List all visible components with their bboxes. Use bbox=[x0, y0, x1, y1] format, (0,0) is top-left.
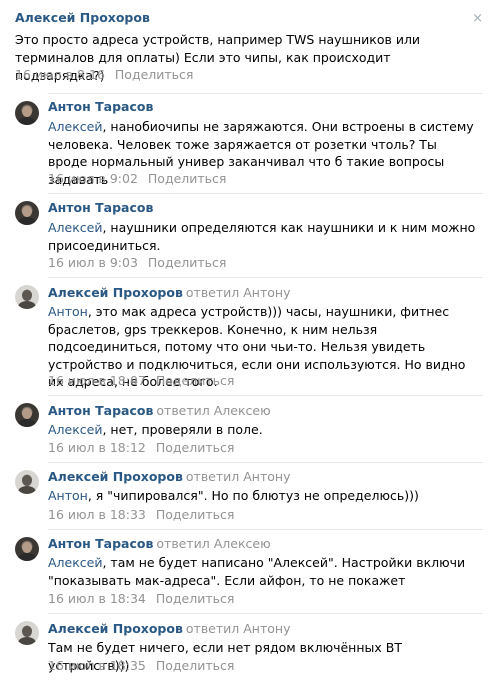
comment-date-link[interactable]: 16 июл в 8:16 bbox=[15, 67, 105, 82]
reply-date-link[interactable]: 16 июл в 18:35 bbox=[48, 658, 146, 673]
replied-to-link[interactable]: ответил Антону bbox=[186, 285, 291, 300]
divider bbox=[48, 529, 483, 530]
share-link[interactable]: Поделиться bbox=[156, 440, 235, 455]
mention-link[interactable]: Антон bbox=[48, 488, 88, 503]
reply-author-link[interactable]: Антон Тарасов bbox=[48, 200, 153, 215]
reply-meta: 16 июл в 9:03 Поделиться bbox=[48, 255, 226, 270]
reply-body: , там не будет написано "Алексей". Настр… bbox=[48, 555, 466, 588]
comment-meta: 16 июл в 8:16 Поделиться bbox=[15, 67, 193, 82]
reply-text: Алексей, нет, проверяли в поле. bbox=[48, 421, 478, 439]
mention-link[interactable]: Алексей bbox=[48, 220, 102, 235]
share-link[interactable]: Поделиться bbox=[115, 67, 194, 82]
replied-to-link[interactable]: ответил Алексею bbox=[156, 403, 270, 418]
reply-author: Алексей Прохоров ответил Антону bbox=[48, 285, 290, 301]
reply-author: Антон Тарасов ответил Алексею bbox=[48, 403, 271, 419]
mention-link[interactable]: Алексей bbox=[48, 555, 102, 570]
divider bbox=[48, 93, 483, 94]
reply-date-link[interactable]: 16 июл в 18:12 bbox=[48, 440, 146, 455]
reply-date-link[interactable]: 16 июл в 18:34 bbox=[48, 591, 146, 606]
comment-thread: Алексей Прохоров × Это просто адреса уст… bbox=[0, 0, 498, 680]
avatar[interactable] bbox=[15, 285, 39, 309]
reply-text: Антон, я "чипировался". Но по блютуз не … bbox=[48, 487, 478, 505]
reply-author-link[interactable]: Антон Тарасов bbox=[48, 403, 153, 418]
reply-meta: 16 июл в 18:34 Поделиться bbox=[48, 591, 234, 606]
close-icon[interactable]: × bbox=[472, 12, 483, 25]
reply-author: Антон Тарасов bbox=[48, 200, 153, 216]
divider bbox=[48, 613, 483, 614]
reply-meta: 16 июл в 18:12 Поделиться bbox=[48, 440, 234, 455]
mention-link[interactable]: Алексей bbox=[48, 422, 102, 437]
reply-text: Алексей, наушники определяются как наушн… bbox=[48, 219, 478, 254]
reply-author: Антон Тарасов ответил Алексею bbox=[48, 536, 271, 552]
reply-body: , я "чипировался". Но по блютуз не опред… bbox=[87, 488, 419, 503]
share-link[interactable]: Поделиться bbox=[156, 591, 235, 606]
reply-author-link[interactable]: Алексей Прохоров bbox=[48, 469, 183, 484]
reply-author-link[interactable]: Антон Тарасов bbox=[48, 99, 153, 114]
reply-meta: 16 июл в 18:33 Поделиться bbox=[48, 507, 234, 522]
replied-to-link[interactable]: ответил Антону bbox=[186, 469, 291, 484]
share-link[interactable]: Поделиться bbox=[156, 373, 235, 388]
reply-author: Алексей Прохоров ответил Антону bbox=[48, 621, 290, 637]
divider bbox=[48, 462, 483, 463]
share-link[interactable]: Поделиться bbox=[148, 255, 227, 270]
replied-to-link[interactable]: ответил Алексею bbox=[156, 536, 270, 551]
reply-author-link[interactable]: Алексей Прохоров bbox=[48, 285, 183, 300]
replied-to-link[interactable]: ответил Антону bbox=[186, 621, 291, 636]
avatar[interactable] bbox=[15, 470, 39, 494]
reply-author: Антон Тарасов bbox=[48, 99, 153, 115]
reply-author-link[interactable]: Алексей Прохоров bbox=[48, 621, 183, 636]
avatar[interactable] bbox=[15, 537, 39, 561]
reply-meta: 16 июл в 18:35 Поделиться bbox=[48, 658, 234, 673]
divider bbox=[48, 395, 483, 396]
divider bbox=[48, 277, 483, 278]
reply-meta: 16 июл в 18:07 Поделиться bbox=[48, 373, 234, 388]
mention-link[interactable]: Антон bbox=[48, 304, 88, 319]
mention-link[interactable]: Алексей bbox=[48, 119, 102, 134]
reply-author-link[interactable]: Антон Тарасов bbox=[48, 536, 153, 551]
reply-date-link[interactable]: 16 июл в 9:02 bbox=[48, 171, 138, 186]
comment-author-link[interactable]: Алексей Прохоров bbox=[15, 10, 150, 25]
reply-author: Алексей Прохоров ответил Антону bbox=[48, 469, 290, 485]
share-link[interactable]: Поделиться bbox=[156, 658, 235, 673]
reply-date-link[interactable]: 16 июл в 18:33 bbox=[48, 507, 146, 522]
avatar[interactable] bbox=[15, 403, 39, 427]
divider bbox=[48, 193, 483, 194]
share-link[interactable]: Поделиться bbox=[156, 507, 235, 522]
reply-date-link[interactable]: 16 июл в 18:07 bbox=[48, 373, 146, 388]
reply-text: Алексей, там не будет написано "Алексей"… bbox=[48, 554, 478, 589]
avatar[interactable] bbox=[15, 101, 39, 125]
avatar[interactable] bbox=[15, 201, 39, 225]
reply-meta: 16 июл в 9:02 Поделиться bbox=[48, 171, 226, 186]
avatar[interactable] bbox=[15, 621, 39, 645]
reply-body: , наушники определяются как наушники и к… bbox=[48, 220, 476, 253]
reply-date-link[interactable]: 16 июл в 9:03 bbox=[48, 255, 138, 270]
reply-body: , нет, проверяли в поле. bbox=[102, 422, 263, 437]
share-link[interactable]: Поделиться bbox=[148, 171, 227, 186]
